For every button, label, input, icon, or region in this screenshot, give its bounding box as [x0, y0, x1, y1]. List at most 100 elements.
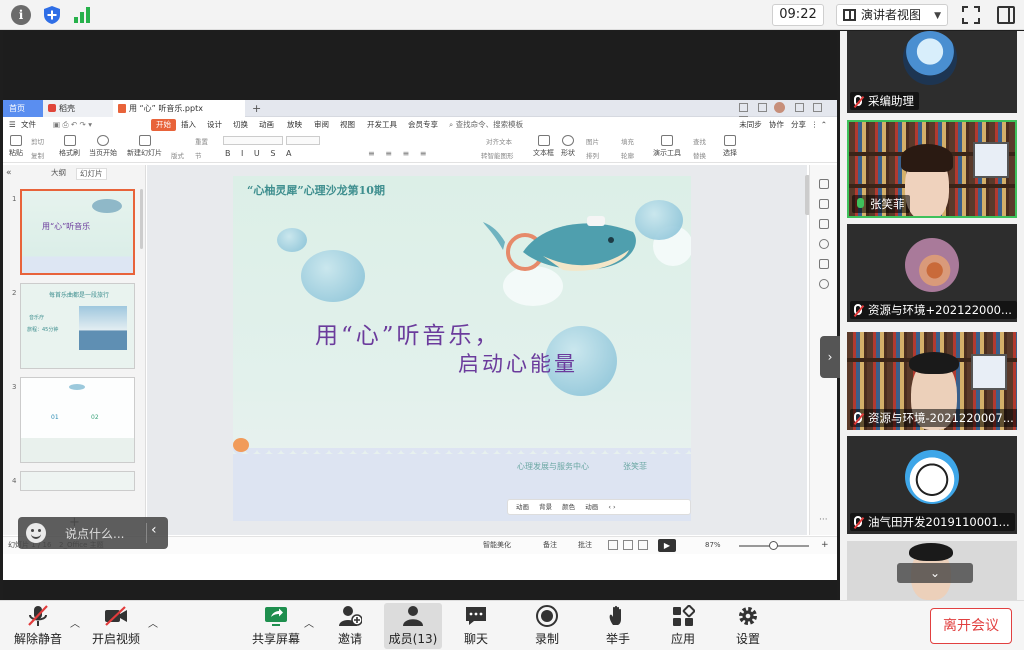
mini-anim2-button[interactable]: 动画 — [585, 503, 598, 511]
slide-thumbnail-4[interactable] — [20, 471, 135, 491]
new-tab-button[interactable]: + — [249, 100, 263, 117]
apps-button[interactable]: 应用 — [663, 605, 703, 647]
present-tools-button[interactable]: 演示工具 — [653, 135, 681, 158]
style-icon[interactable] — [819, 199, 829, 209]
tab-slides[interactable]: 幻灯片 — [76, 168, 107, 180]
replace-button[interactable]: 替换 — [693, 150, 706, 160]
normal-view-icon[interactable] — [608, 540, 618, 550]
properties-icon[interactable] — [819, 179, 829, 189]
menu-start[interactable]: 开始 — [151, 119, 176, 131]
signal-strength-icon[interactable] — [72, 5, 92, 25]
fill-button[interactable]: 填充 — [621, 136, 634, 146]
participant-tile[interactable]: 采编助理 — [847, 31, 1017, 113]
current-slide[interactable]: “心柚灵犀”心理沙龙第10期 用“心”听音乐， 启动心能量 心理发展与服务中心 … — [233, 176, 691, 521]
collapse-icon[interactable]: « — [6, 165, 12, 181]
slide-thumbnail-3[interactable]: 01 02 — [20, 377, 135, 463]
cut-button[interactable]: 剪切 — [31, 136, 44, 146]
mini-background-button[interactable]: 背景 — [539, 503, 552, 511]
fullscreen-icon[interactable] — [962, 6, 980, 24]
info-icon[interactable]: i — [11, 5, 31, 25]
menu-view[interactable]: 视图 — [340, 117, 355, 133]
apps-icon[interactable] — [757, 103, 767, 112]
zoom-level[interactable]: 87% — [705, 537, 721, 554]
record-button[interactable]: 录制 — [527, 605, 567, 647]
audio-options-chevron-icon[interactable]: ︿ — [70, 615, 80, 630]
menu-design[interactable]: 设计 — [207, 117, 222, 133]
sync-status[interactable]: 未同步 — [739, 120, 762, 129]
notes-button[interactable]: 备注 — [543, 537, 557, 554]
slide-thumbnail-1[interactable]: 用“心”听音乐 — [20, 189, 135, 275]
export-icon[interactable] — [819, 259, 829, 269]
raise-hand-button[interactable]: 举手 — [598, 605, 638, 647]
participant-tile[interactable]: 资源与环境+202122000... — [847, 224, 1017, 322]
share-options-chevron-icon[interactable]: ︿ — [304, 615, 314, 630]
new-slide-button[interactable]: 新建幻灯片 — [127, 135, 162, 158]
slides-scrollbar[interactable] — [140, 189, 143, 249]
hamburger-icon[interactable]: ☰ — [9, 117, 16, 133]
reading-view-icon[interactable] — [638, 540, 648, 550]
sidebar-toggle-icon[interactable] — [997, 6, 1015, 24]
layout-icon[interactable] — [739, 103, 748, 112]
layout-button[interactable]: 版式 — [171, 150, 184, 160]
participant-tile-active-speaker[interactable]: 张笑菲 — [847, 120, 1017, 218]
menu-review[interactable]: 审阅 — [314, 117, 329, 133]
format-painter-button[interactable]: 格式刷 — [59, 135, 80, 158]
help-icon[interactable] — [819, 239, 829, 249]
mini-nav-arrows[interactable]: ‹ › — [608, 503, 615, 511]
font-family-select[interactable] — [223, 136, 283, 145]
zoom-slider-handle[interactable] — [769, 541, 778, 550]
chevron-down-icon[interactable]: ⌄ — [897, 563, 973, 583]
shield-icon[interactable] — [42, 5, 62, 25]
chevron-left-icon[interactable]: ‹ — [151, 522, 157, 538]
zoom-in-icon[interactable]: + — [821, 537, 829, 554]
location-icon[interactable] — [819, 279, 829, 289]
participant-tile[interactable]: 油气田开发2019110001... — [847, 436, 1017, 534]
menu-transition[interactable]: 切换 — [233, 117, 248, 133]
slide-thumbnail-2[interactable]: 每首乐曲都是一段旅行 音乐疗 旅程：45分钟 — [20, 283, 135, 369]
settings-button[interactable]: 设置 — [728, 605, 768, 647]
tab-home[interactable]: 首页 — [3, 100, 43, 117]
chat-placeholder[interactable]: 说点什么... — [65, 525, 124, 542]
text-format-buttons[interactable]: B I U S A — [225, 149, 295, 158]
unmute-button[interactable]: 解除静音 — [12, 605, 64, 647]
arrange-button[interactable]: 排列 — [586, 150, 599, 160]
comments-button[interactable]: 批注 — [578, 537, 592, 554]
menu-animation[interactable]: 动画 — [259, 117, 274, 133]
start-video-button[interactable]: 开启视频 — [90, 605, 142, 647]
chat-button[interactable]: 聊天 — [456, 605, 496, 647]
restore-icon[interactable] — [813, 103, 822, 112]
outline-button[interactable]: 轮廓 — [621, 150, 634, 160]
paste-button[interactable]: 粘贴 — [9, 135, 23, 158]
tab-daoke[interactable]: 稻壳 — [43, 100, 113, 117]
participant-tile[interactable]: 资源与环境-2021220007... — [847, 332, 1017, 430]
minimize-icon[interactable] — [794, 103, 804, 112]
section-button[interactable]: 节 — [195, 150, 202, 160]
user-avatar[interactable] — [774, 102, 785, 113]
play-from-current-button[interactable]: 当页开始 — [89, 135, 117, 158]
find-button[interactable]: 查找 — [693, 136, 706, 146]
leave-meeting-button[interactable]: 离开会议 — [930, 608, 1012, 644]
collab-button[interactable]: 协作 — [769, 120, 784, 129]
share-button[interactable]: 分享 — [791, 120, 806, 129]
align-text-button[interactable]: 对齐文本 — [486, 136, 512, 146]
menu-file[interactable]: 文件 — [21, 117, 36, 133]
tab-outline[interactable]: 大纲 — [51, 165, 66, 181]
menu-member[interactable]: 会员专享 — [408, 117, 438, 133]
select-button[interactable]: 选择 — [723, 135, 737, 158]
reset-button[interactable]: 重置 — [195, 136, 208, 146]
menu-insert[interactable]: 插入 — [181, 117, 196, 133]
invite-button[interactable]: 邀请 — [330, 605, 370, 647]
menu-slideshow[interactable]: 放映 — [287, 117, 302, 133]
copy-button[interactable]: 复制 — [31, 150, 44, 160]
play-slideshow-button[interactable]: ▶ — [658, 539, 676, 552]
beautify-button[interactable]: 智能美化 — [483, 537, 511, 554]
paragraph-align-buttons[interactable]: ≡ ≡ ≡ ≡ — [368, 149, 430, 158]
share-screen-button[interactable]: 共享屏幕 — [250, 605, 302, 647]
chat-quick-input[interactable]: 说点什么... ‹ — [18, 517, 168, 549]
command-search[interactable]: ⌕ 查找命令、搜索模板 — [449, 117, 523, 133]
tab-pptx-file[interactable]: 用 “心” 听音乐.pptx — [113, 100, 245, 117]
emoji-icon[interactable] — [26, 523, 46, 543]
view-mode-dropdown[interactable]: 演讲者视图 ▼ — [836, 4, 948, 26]
slide-icon[interactable] — [819, 219, 829, 229]
picture-button[interactable]: 图片 — [586, 136, 599, 146]
